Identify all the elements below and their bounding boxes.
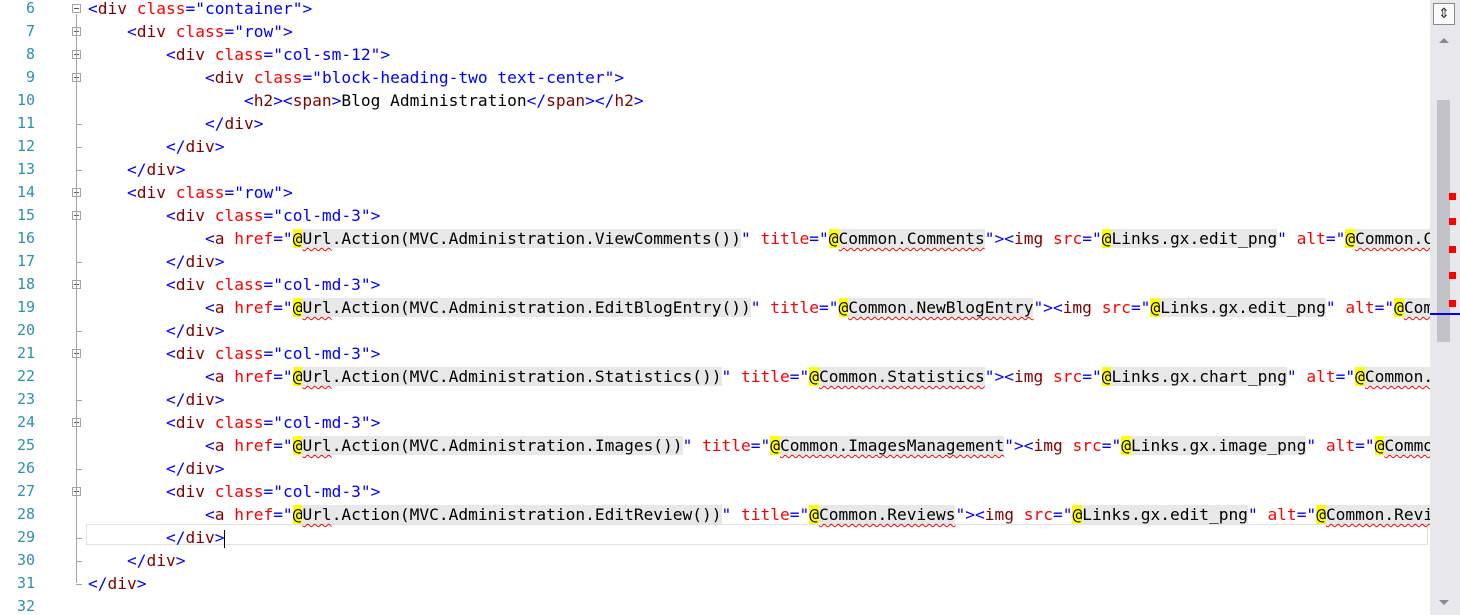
text-caret	[224, 529, 226, 548]
outline-end-marker	[76, 124, 82, 125]
line-number: 25	[16, 436, 35, 454]
code-line: <a href="@Url.Action(MVC.Administration.…	[88, 365, 1430, 388]
line-number: 27	[16, 482, 35, 500]
code-line: <div class="col-md-3">	[165, 344, 381, 363]
outline-end-marker	[76, 584, 82, 585]
line-number: 17	[16, 252, 35, 270]
code-line: </div>	[126, 160, 186, 179]
code-line: <div class="container">	[88, 0, 313, 18]
line-number: 24	[16, 413, 35, 431]
code-line: <div class="row">	[126, 183, 293, 202]
split-view-icon[interactable]: ⇕	[1433, 3, 1455, 25]
line-number: 20	[16, 321, 35, 339]
code-line: </div>	[165, 137, 225, 156]
caret-position-marker	[1430, 313, 1460, 315]
error-marker[interactable]	[1449, 246, 1456, 253]
line-number: 15	[16, 206, 35, 224]
code-line: <div class="col-sm-12">	[165, 45, 391, 64]
code-line: </div>	[165, 252, 225, 271]
code-line: <div class="col-md-3">	[165, 413, 381, 432]
error-marker[interactable]	[1449, 193, 1456, 200]
line-number: 23	[16, 390, 35, 408]
code-line: </div>	[126, 551, 186, 570]
code-editor[interactable]: 6 <div class="container"> 7 <div class="ro…	[0, 0, 1430, 615]
line-number: 10	[16, 91, 35, 109]
outline-end-marker	[76, 538, 82, 539]
line-number: 7	[25, 22, 35, 40]
outline-end-marker	[76, 469, 82, 470]
line-number: 21	[16, 344, 35, 362]
line-number: 22	[16, 367, 35, 385]
error-marker[interactable]	[1449, 218, 1456, 225]
code-line: </div>	[204, 114, 264, 133]
code-line: </div>	[165, 390, 225, 409]
scroll-up-arrow-icon[interactable]	[1439, 38, 1449, 43]
code-line: <a href="@Url.Action(MVC.Administration.…	[88, 434, 1430, 457]
line-number: 18	[16, 275, 35, 293]
line-number: 30	[16, 551, 35, 569]
line-number: 26	[16, 459, 35, 477]
line-number: 6	[25, 0, 35, 17]
line-number: 32	[16, 597, 35, 615]
line-number: 14	[16, 183, 35, 201]
code-line: <a href="@Url.Action(MVC.Administration.…	[88, 296, 1430, 319]
collapse-toggle-icon[interactable]	[72, 4, 81, 13]
outline-end-marker	[76, 170, 82, 171]
line-number: 28	[16, 505, 35, 523]
outline-end-marker	[76, 331, 82, 332]
code-line: <h2><span>Blog Administration</span></h2…	[243, 91, 644, 110]
outline-end-marker	[76, 147, 82, 148]
line-number: 31	[16, 574, 35, 592]
scroll-down-arrow-icon[interactable]	[1439, 600, 1449, 605]
code-line: <a href="@Url.Action(MVC.Administration.…	[88, 227, 1430, 250]
vertical-scrollbar[interactable]: ⇕	[1430, 0, 1460, 615]
outline-end-marker	[76, 561, 82, 562]
outline-end-marker	[76, 400, 82, 401]
line-number: 11	[16, 114, 35, 132]
outline-end-marker	[76, 262, 82, 263]
line-number: 8	[25, 45, 35, 63]
code-line: </div>	[88, 574, 147, 593]
code-line: <div class="block-heading-two text-cente…	[204, 68, 625, 87]
code-line: <div class="col-md-3">	[165, 275, 381, 294]
code-line: </div>	[165, 459, 225, 478]
line-number: 29	[16, 528, 35, 546]
outline-guide	[76, 14, 77, 583]
line-number: 12	[16, 137, 35, 155]
current-line-highlight	[86, 524, 1428, 545]
code-line: <div class="col-md-3">	[165, 482, 381, 501]
error-marker[interactable]	[1449, 300, 1456, 307]
code-line: </div>	[165, 321, 225, 340]
code-line: <a href="@Url.Action(MVC.Administration.…	[88, 503, 1430, 526]
line-number: 13	[16, 160, 35, 178]
code-line: <div class="row">	[126, 22, 293, 41]
line-number: 19	[16, 298, 35, 316]
line-number: 16	[16, 229, 35, 247]
code-line: <div class="col-md-3">	[165, 206, 381, 225]
code-line: </div>	[165, 528, 226, 548]
line-number: 9	[25, 68, 35, 86]
error-marker[interactable]	[1449, 272, 1456, 279]
